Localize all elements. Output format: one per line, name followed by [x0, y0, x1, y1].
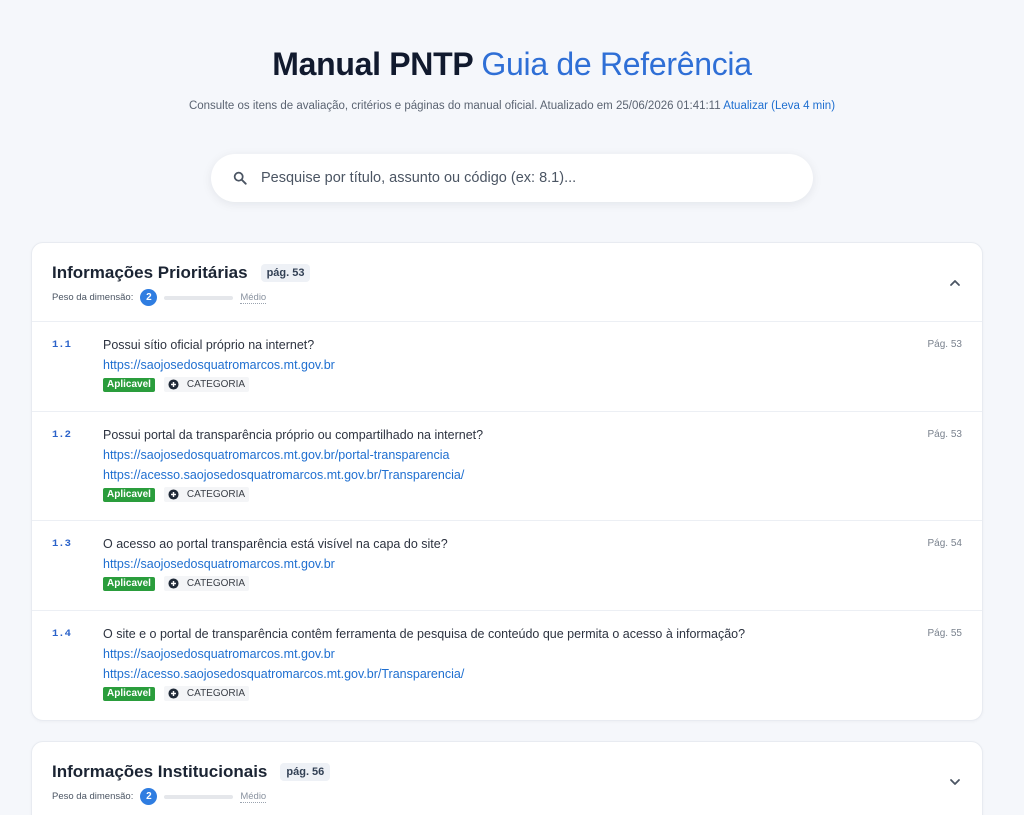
item-page: Pág. 53: [927, 339, 962, 350]
section-header[interactable]: Informações Prioritárias pág. 53 Peso da…: [32, 243, 982, 322]
list-item: 1.1 Possui sítio oficial próprio na inte…: [32, 322, 982, 412]
section-header[interactable]: Informações Institucionais pág. 56 Peso …: [32, 742, 982, 815]
plus-circle-icon: [168, 688, 179, 699]
category-tag[interactable]: CATEGORIA: [163, 487, 250, 502]
category-label: CATEGORIA: [186, 578, 246, 589]
item-page: Pág. 54: [927, 538, 962, 549]
chevron-down-icon[interactable]: [948, 775, 962, 789]
item-code: 1.4: [52, 628, 71, 640]
section-title: Informações Institucionais: [52, 762, 268, 781]
weight-level-text[interactable]: Médio: [240, 791, 267, 803]
item-question: Possui sítio oficial próprio na internet…: [103, 338, 315, 352]
search-box[interactable]: [211, 154, 813, 202]
weight-badge: 2: [140, 289, 158, 306]
page-title: Manual PNTP Guia de Referência: [0, 44, 1024, 84]
weight-row: Peso da dimensão: 2 Médio: [52, 788, 962, 805]
weight-label: Peso da dimensão:: [52, 292, 134, 303]
item-link[interactable]: https://saojosedosquatromarcos.mt.gov.br: [103, 647, 962, 661]
section-informacoes-prioritarias: Informações Prioritárias pág. 53 Peso da…: [31, 242, 983, 721]
title-light: Guia de Referência: [481, 46, 752, 82]
list-item: 1.4 O site e o portal de transparência c…: [32, 611, 982, 720]
category-label: CATEGORIA: [186, 688, 246, 699]
item-question: O site e o portal de transparência contê…: [103, 627, 746, 641]
category-tag[interactable]: CATEGORIA: [163, 377, 250, 392]
plus-circle-icon: [168, 578, 179, 589]
plus-circle-icon: [168, 379, 179, 390]
item-link[interactable]: https://acesso.saojosedosquatromarcos.mt…: [103, 667, 962, 681]
weight-badge: 2: [140, 788, 158, 805]
weight-level-text[interactable]: Médio: [240, 292, 267, 304]
weight-bar: [164, 794, 234, 799]
search-input[interactable]: [261, 170, 761, 186]
category-tag[interactable]: CATEGORIA: [163, 686, 250, 701]
item-page: Pág. 55: [927, 628, 962, 639]
item-link[interactable]: https://saojosedosquatromarcos.mt.gov.br: [103, 557, 962, 571]
chevron-up-icon[interactable]: [948, 276, 962, 290]
page-subtitle: Consulte os itens de avaliação, critério…: [0, 100, 1024, 112]
subtitle-text: Consulte os itens de avaliação, critério…: [188, 100, 721, 112]
list-item: 1.2 Possui portal da transparência própr…: [32, 412, 982, 521]
section-informacoes-institucionais: Informações Institucionais pág. 56 Peso …: [31, 741, 983, 815]
item-link[interactable]: https://acesso.saojosedosquatromarcos.mt…: [103, 468, 962, 482]
item-question: Possui portal da transparência próprio o…: [103, 428, 484, 442]
item-code: 1.1: [52, 339, 71, 351]
status-badge: Aplicavel: [103, 377, 155, 392]
plus-circle-icon: [168, 489, 179, 500]
update-link[interactable]: Atualizar (Leva 4 min): [723, 100, 835, 112]
section-page-badge: pág. 56: [280, 763, 331, 781]
item-page: Pág. 53: [927, 429, 962, 440]
search-icon: [233, 171, 247, 185]
status-badge: Aplicavel: [103, 576, 155, 591]
item-link[interactable]: https://saojosedosquatromarcos.mt.gov.br: [103, 358, 962, 372]
status-badge: Aplicavel: [103, 487, 155, 502]
category-label: CATEGORIA: [186, 379, 246, 390]
weight-label: Peso da dimensão:: [52, 791, 134, 802]
weight-row: Peso da dimensão: 2 Médio: [52, 289, 962, 306]
item-question: O acesso ao portal transparência está vi…: [103, 537, 448, 551]
category-label: CATEGORIA: [186, 489, 246, 500]
section-title: Informações Prioritárias: [52, 263, 248, 282]
category-tag[interactable]: CATEGORIA: [163, 576, 250, 591]
title-strong: Manual PNTP: [272, 46, 473, 82]
item-code: 1.3: [52, 538, 71, 550]
section-page-badge: pág. 53: [260, 264, 311, 282]
status-badge: Aplicavel: [103, 686, 155, 701]
page-header: Manual PNTP Guia de Referência Consulte …: [0, 0, 1024, 112]
weight-bar: [164, 295, 234, 300]
list-item: 1.3 O acesso ao portal transparência est…: [32, 521, 982, 611]
item-link[interactable]: https://saojosedosquatromarcos.mt.gov.br…: [103, 448, 962, 462]
search-container: [0, 154, 1024, 202]
item-code: 1.2: [52, 429, 71, 441]
